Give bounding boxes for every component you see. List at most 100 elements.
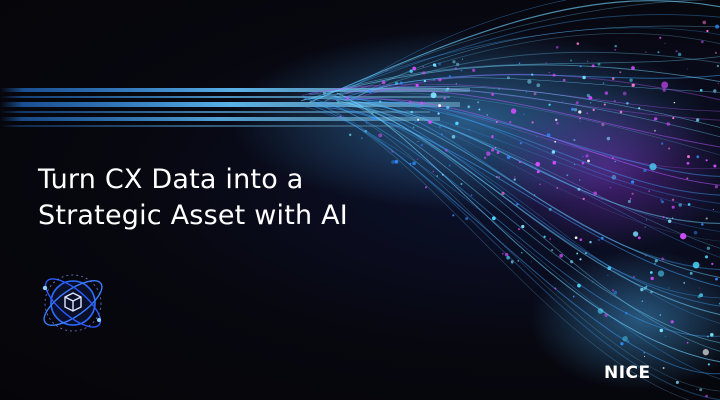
particle — [424, 186, 428, 189]
particle — [386, 69, 388, 71]
particle — [556, 187, 558, 189]
particle — [521, 251, 523, 254]
particle — [626, 102, 629, 105]
particle — [686, 161, 690, 165]
particle — [611, 289, 615, 292]
particle — [632, 231, 639, 237]
particle — [420, 144, 423, 147]
particle — [710, 333, 714, 337]
particle — [437, 112, 440, 115]
particle — [517, 227, 521, 231]
particle — [659, 328, 664, 333]
particle — [705, 159, 708, 162]
particle — [511, 263, 513, 265]
particle — [465, 217, 469, 221]
particle — [525, 91, 527, 93]
particle — [579, 65, 582, 68]
particle — [668, 287, 670, 289]
particle — [597, 238, 600, 242]
particle — [607, 274, 609, 276]
particle — [483, 156, 487, 160]
particle — [477, 101, 480, 104]
particle — [661, 81, 669, 89]
particle — [699, 88, 703, 92]
particle — [510, 260, 514, 264]
particle — [586, 60, 589, 62]
particle — [543, 235, 546, 238]
particle — [593, 191, 598, 196]
particle — [366, 106, 368, 108]
particle — [609, 186, 612, 189]
particle — [496, 151, 500, 154]
particle — [581, 155, 584, 158]
particle — [559, 253, 563, 258]
particle — [516, 203, 519, 206]
particle — [627, 199, 631, 204]
particle — [391, 160, 395, 164]
particle — [531, 73, 534, 76]
particle — [322, 91, 326, 95]
particle — [410, 110, 414, 114]
particle — [631, 83, 635, 87]
particle — [700, 40, 704, 44]
particle — [531, 121, 534, 124]
particle — [585, 154, 589, 158]
particle — [572, 295, 575, 298]
particle — [554, 118, 558, 122]
particle — [606, 136, 611, 141]
particle — [562, 78, 566, 82]
particle — [586, 112, 589, 115]
particle — [438, 78, 442, 82]
particle — [632, 275, 636, 278]
particle — [486, 151, 491, 156]
particle — [654, 129, 656, 132]
promo-banner: Turn CX Data into a Strategic Asset with… — [0, 0, 720, 400]
particle — [702, 349, 709, 356]
particle — [705, 217, 708, 220]
particle — [498, 88, 500, 90]
particle — [555, 45, 559, 49]
particle — [706, 29, 709, 33]
particle — [579, 238, 583, 241]
particle — [378, 133, 383, 138]
particle — [643, 355, 646, 357]
particle — [551, 249, 554, 252]
particle — [548, 103, 551, 106]
particle — [536, 136, 538, 138]
particle — [661, 257, 665, 261]
banner-headline: Turn CX Data into a Strategic Asset with… — [38, 162, 348, 234]
particle — [573, 108, 578, 112]
particle — [717, 82, 719, 85]
particle — [433, 78, 435, 81]
particle — [660, 199, 662, 201]
particle — [509, 120, 512, 124]
particle — [670, 320, 674, 324]
particle — [501, 191, 505, 196]
particle — [574, 236, 578, 240]
particle — [408, 100, 412, 104]
particle — [597, 62, 601, 66]
particle — [641, 300, 643, 302]
particle — [600, 236, 604, 240]
particle — [428, 120, 432, 124]
particle — [445, 88, 449, 92]
particle — [539, 183, 541, 186]
particle — [622, 91, 627, 96]
particle — [454, 67, 458, 70]
particle — [346, 96, 350, 100]
particle — [372, 116, 377, 121]
particle — [648, 190, 650, 192]
particle — [412, 126, 415, 129]
particle — [613, 290, 618, 295]
particle — [614, 44, 617, 48]
particle — [422, 65, 424, 68]
particle — [445, 149, 448, 152]
particle — [451, 135, 456, 139]
particle — [653, 119, 655, 121]
particle — [713, 164, 717, 168]
particle — [602, 82, 605, 84]
particle — [643, 352, 645, 354]
particle — [371, 112, 374, 115]
particle — [530, 261, 533, 263]
particle — [662, 88, 666, 92]
